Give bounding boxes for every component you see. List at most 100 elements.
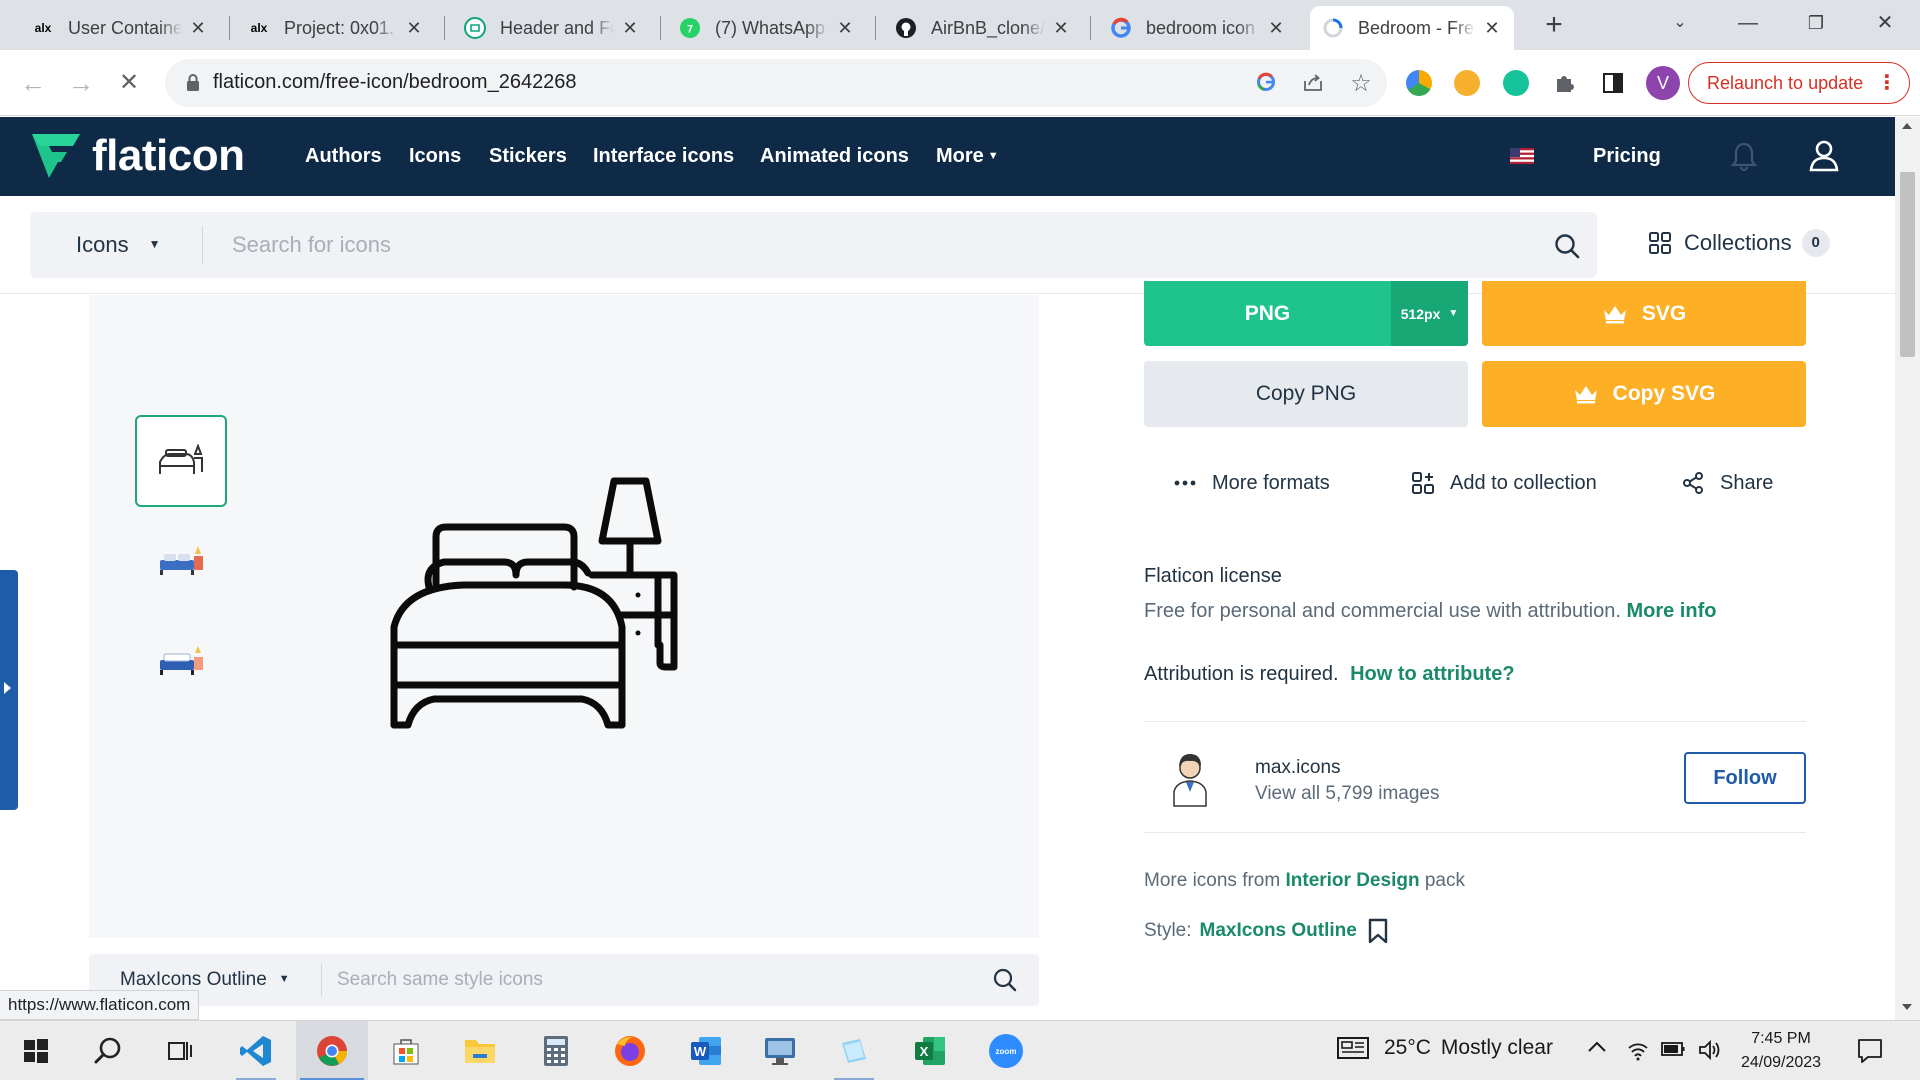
style-search-input[interactable] bbox=[337, 966, 937, 994]
system-clock[interactable]: 7:45 PM 24/09/2023 bbox=[1736, 1027, 1826, 1075]
stop-loading-button[interactable]: ✕ bbox=[110, 64, 148, 102]
how-to-attribute-link[interactable]: How to attribute? bbox=[1350, 663, 1514, 685]
us-flag-icon[interactable] bbox=[1510, 148, 1534, 164]
search-type-dropdown[interactable]: Icons ▼ bbox=[76, 232, 160, 258]
tab-whatsapp[interactable]: 7 (7) WhatsApp ✕ bbox=[667, 6, 867, 50]
page-scrollbar[interactable] bbox=[1895, 117, 1920, 1020]
profile-avatar[interactable]: V bbox=[1646, 66, 1680, 100]
taskbar-calculator[interactable] bbox=[520, 1021, 592, 1080]
close-icon[interactable]: ✕ bbox=[835, 18, 855, 39]
tab-project[interactable]: alx Project: 0x01. AirBnB ✕ bbox=[236, 6, 436, 50]
google-lens-icon[interactable] bbox=[1253, 71, 1279, 97]
close-icon[interactable]: ✕ bbox=[404, 18, 424, 39]
scroll-down-icon[interactable] bbox=[1902, 1004, 1912, 1010]
grammarly-icon[interactable] bbox=[1503, 70, 1529, 96]
add-to-collection-button[interactable]: Add to collection bbox=[1410, 470, 1597, 496]
orange-extension-icon[interactable] bbox=[1454, 70, 1480, 96]
style-link[interactable]: MaxIcons Outline bbox=[1200, 920, 1357, 942]
taskbar-chrome[interactable] bbox=[296, 1021, 368, 1080]
flaticon-logo[interactable]: flaticon bbox=[30, 131, 245, 181]
search-icon[interactable] bbox=[992, 967, 1018, 993]
tab-google-search[interactable]: bedroom icon ✕ bbox=[1098, 6, 1298, 50]
nav-pricing[interactable]: Pricing bbox=[1593, 145, 1661, 168]
scrollbar-thumb[interactable] bbox=[1900, 172, 1915, 357]
author-avatar[interactable] bbox=[1168, 748, 1212, 808]
author-view-all-link[interactable]: View all 5,799 images bbox=[1255, 783, 1439, 805]
taskbar-notepad[interactable] bbox=[818, 1021, 890, 1080]
tab-bedroom-active[interactable]: Bedroom - Free ✕ bbox=[1310, 6, 1514, 50]
tab-github[interactable]: AirBnB_clone/ ✕ bbox=[883, 6, 1083, 50]
notification-center-icon[interactable] bbox=[1856, 1037, 1884, 1065]
close-icon[interactable]: ✕ bbox=[1266, 18, 1286, 39]
extensions-puzzle-icon[interactable] bbox=[1552, 70, 1578, 96]
pack-link[interactable]: Interior Design bbox=[1285, 870, 1419, 891]
nav-animated-icons[interactable]: Animated icons bbox=[760, 145, 909, 168]
taskbar-vscode[interactable] bbox=[220, 1021, 292, 1080]
scroll-up-icon[interactable] bbox=[1902, 123, 1912, 129]
taskbar-firefox[interactable] bbox=[594, 1021, 666, 1080]
new-tab-button[interactable]: + bbox=[1536, 8, 1572, 44]
task-view-button[interactable] bbox=[144, 1021, 216, 1080]
start-button[interactable] bbox=[0, 1021, 72, 1080]
volume-icon[interactable] bbox=[1697, 1039, 1723, 1066]
share-button[interactable]: Share bbox=[1680, 470, 1773, 496]
nav-icons[interactable]: Icons bbox=[409, 145, 461, 168]
share-page-icon[interactable] bbox=[1300, 71, 1326, 97]
side-drawer-toggle[interactable] bbox=[0, 570, 18, 810]
license-title: Flaticon license bbox=[1144, 565, 1282, 587]
taskbar-word[interactable]: W bbox=[670, 1021, 742, 1080]
thumbnail-flat-variant[interactable] bbox=[135, 615, 227, 707]
show-hidden-icons-chevron-icon[interactable] bbox=[1586, 1039, 1608, 1060]
chrome-extension-icon[interactable] bbox=[1406, 70, 1432, 96]
nav-interface-icons[interactable]: Interface icons bbox=[593, 145, 734, 168]
user-account-icon[interactable] bbox=[1806, 137, 1842, 173]
taskbar-file-explorer[interactable] bbox=[444, 1021, 516, 1080]
search-input[interactable] bbox=[232, 230, 1332, 260]
style-dropdown[interactable]: MaxIcons Outline ▼ bbox=[120, 969, 290, 991]
author-name[interactable]: max.icons bbox=[1255, 757, 1341, 779]
tab-search-chevron-icon[interactable]: ⌄ bbox=[1650, 4, 1710, 42]
follow-button[interactable]: Follow bbox=[1684, 752, 1806, 804]
download-svg-button[interactable]: SVG bbox=[1482, 281, 1806, 346]
close-window-button[interactable]: ✕ bbox=[1855, 4, 1915, 42]
address-bar[interactable]: flaticon.com/free-icon/bedroom_2642268 ☆ bbox=[165, 59, 1387, 107]
taskbar-store[interactable] bbox=[370, 1021, 442, 1080]
nav-more[interactable]: More ▼ bbox=[936, 145, 999, 168]
taskbar-zoom[interactable]: zoom bbox=[970, 1021, 1042, 1080]
restore-button[interactable]: ❐ bbox=[1786, 4, 1846, 42]
taskbar-excel[interactable]: X bbox=[894, 1021, 966, 1080]
taskbar-search-button[interactable] bbox=[72, 1021, 144, 1080]
bookmark-icon[interactable] bbox=[1367, 918, 1389, 944]
back-button[interactable]: ← bbox=[14, 64, 52, 102]
close-icon[interactable]: ✕ bbox=[188, 18, 208, 39]
nav-stickers[interactable]: Stickers bbox=[489, 145, 567, 168]
relaunch-update-button[interactable]: Relaunch to update ⋮ bbox=[1688, 62, 1910, 104]
png-size-dropdown[interactable]: 512px ▼ bbox=[1391, 281, 1468, 346]
battery-icon[interactable] bbox=[1660, 1039, 1686, 1064]
side-panel-icon[interactable] bbox=[1600, 70, 1626, 96]
minimize-button[interactable]: — bbox=[1718, 4, 1778, 42]
weather-widget[interactable]: 25°C Mostly clear bbox=[1336, 1035, 1553, 1061]
tab-header-footer[interactable]: Header and Footer ✕ bbox=[452, 6, 652, 50]
tab-user-containers[interactable]: alx User Containers ✕ bbox=[20, 6, 220, 50]
thumbnail-color-variant[interactable] bbox=[135, 515, 227, 607]
wifi-icon[interactable] bbox=[1626, 1039, 1650, 1066]
news-weather-icon bbox=[1337, 1037, 1369, 1059]
close-icon[interactable]: ✕ bbox=[1482, 18, 1502, 39]
thumbnail-outline-variant[interactable] bbox=[135, 415, 227, 507]
notification-bell-icon[interactable] bbox=[1727, 139, 1761, 173]
kebab-menu-icon[interactable]: ⋮ bbox=[1877, 63, 1897, 103]
more-info-link[interactable]: More info bbox=[1626, 600, 1716, 622]
nav-authors[interactable]: Authors bbox=[305, 145, 382, 168]
collections-button[interactable]: Collections 0 bbox=[1648, 229, 1830, 257]
more-formats-button[interactable]: More formats bbox=[1172, 470, 1330, 496]
forward-button[interactable]: → bbox=[62, 64, 100, 102]
search-icon[interactable] bbox=[1553, 232, 1581, 260]
download-png-button[interactable]: PNG 512px ▼ bbox=[1144, 281, 1468, 346]
taskbar-remote-desktop[interactable] bbox=[744, 1021, 816, 1080]
close-icon[interactable]: ✕ bbox=[1051, 18, 1071, 39]
close-icon[interactable]: ✕ bbox=[620, 18, 640, 39]
bookmark-star-icon[interactable]: ☆ bbox=[1348, 71, 1374, 97]
copy-svg-button[interactable]: Copy SVG bbox=[1482, 361, 1806, 427]
copy-png-button[interactable]: Copy PNG bbox=[1144, 361, 1468, 427]
